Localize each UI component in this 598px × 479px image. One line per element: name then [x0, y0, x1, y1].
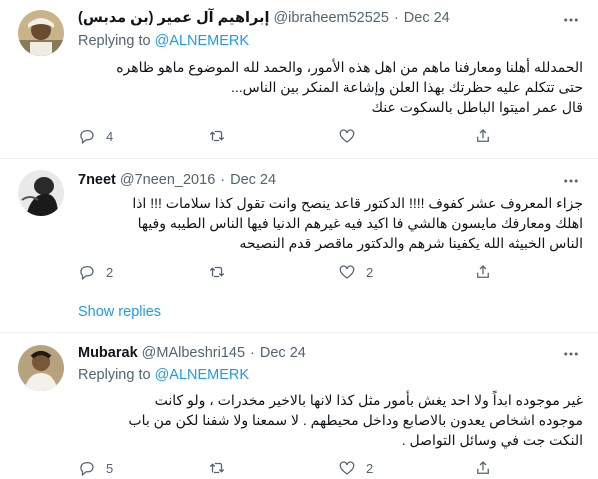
tweet-text-line: النكت جت في وسائل التواصل .: [401, 432, 583, 448]
display-name[interactable]: إبراهيم آل عمير (بن مدبس): [78, 8, 269, 28]
user-handle[interactable]: @ibraheem52525: [273, 8, 389, 28]
avatar[interactable]: [18, 345, 64, 391]
more-icon[interactable]: [560, 344, 582, 364]
display-name[interactable]: Mubarak: [78, 343, 138, 363]
share-button[interactable]: [474, 458, 492, 478]
tweet-text-line: الحمدلله أهلنا ومعارفنا ماهم من اهل هذه …: [116, 59, 583, 75]
reply-icon: [80, 130, 94, 145]
tweet-text-line: جزاء المعروف عشر كفوف !!!! الدكتور قاعد …: [132, 195, 583, 211]
replying-to-label: Replying to: [78, 367, 151, 383]
retweet-icon: [209, 462, 225, 474]
display-name[interactable]: 7neet: [78, 170, 116, 190]
replying-to: Replying to @ALNEMERK: [78, 31, 249, 51]
heart-icon: [339, 265, 355, 279]
reply-icon: [80, 266, 94, 281]
tweet-text-line: اهلك ومعارفك مايسون هالشي فا اكيد فيه غي…: [137, 215, 583, 231]
heart-icon: [339, 461, 355, 475]
replying-to-handle[interactable]: @ALNEMERK: [155, 33, 250, 49]
retweet-button[interactable]: [208, 458, 236, 478]
more-icon[interactable]: [560, 171, 582, 191]
share-icon: [477, 265, 489, 278]
more-icon[interactable]: [560, 10, 582, 30]
retweet-button[interactable]: [208, 262, 236, 282]
reply-button[interactable]: 4: [78, 126, 113, 146]
like-button[interactable]: [338, 126, 366, 146]
share-icon: [477, 129, 489, 142]
reply-button[interactable]: 5: [78, 458, 113, 478]
tweet-1[interactable]: إبراهيم آل عمير (بن مدبس) @ibraheem52525…: [0, 0, 598, 150]
retweet-button[interactable]: [208, 126, 236, 146]
separator-dot: ·: [220, 172, 226, 188]
reply-count: 2: [106, 264, 114, 280]
tweet-text-line: غير موجوده ابداً ولا احد يغش بأمور مثل ك…: [154, 392, 583, 408]
tweet-header: إبراهيم آل عمير (بن مدبس) @ibraheem52525…: [78, 8, 450, 28]
tweet-actions: 2 2: [78, 262, 583, 282]
separator-dot: ·: [393, 10, 399, 26]
tweet-text-line: قال عمر اميتوا الباطل بالسكوت عنك: [371, 99, 583, 115]
reply-button[interactable]: 2: [78, 262, 113, 282]
tweet-actions: 4: [78, 126, 583, 146]
share-icon: [477, 461, 489, 474]
show-replies-link[interactable]: Show replies: [78, 302, 161, 322]
replying-to-label: Replying to: [78, 33, 151, 49]
tweet-text-line: حتى تتكلم عليه حظرتك بهذا العلن وإشاعة ا…: [230, 79, 583, 95]
tweet-date[interactable]: Dec 24: [260, 343, 306, 363]
like-button[interactable]: 2: [338, 458, 373, 478]
tweet-text-line: موجوده اشخاص يعدون بالاصابع وداخل محيطهم…: [128, 412, 583, 428]
reply-count: 4: [106, 128, 114, 144]
avatar[interactable]: [18, 10, 64, 56]
reply-icon: [80, 462, 94, 477]
tweet-date[interactable]: Dec 24: [404, 8, 450, 28]
tweet-date[interactable]: Dec 24: [230, 170, 276, 190]
tweet-header: 7neet @7neen_2016 · Dec 24: [78, 170, 276, 190]
like-button[interactable]: 2: [338, 262, 373, 282]
reply-count: 5: [106, 460, 114, 476]
tweet-2[interactable]: 7neet @7neen_2016 · Dec 24 جزاء المعروف …: [0, 159, 598, 331]
share-button[interactable]: [474, 126, 492, 146]
tweet-text: جزاء المعروف عشر كفوف !!!! الدكتور قاعد …: [78, 193, 583, 253]
share-button[interactable]: [474, 262, 492, 282]
replying-to-handle[interactable]: @ALNEMERK: [155, 367, 250, 383]
separator-dot: ·: [250, 345, 255, 361]
tweet-text-line: الناس الخبيثه الله يكفينا شرهم والدكتور …: [239, 235, 583, 251]
replying-to: Replying to @ALNEMERK: [78, 365, 249, 385]
tweet-actions: 5 2: [78, 458, 583, 478]
like-count: 2: [366, 460, 374, 476]
avatar[interactable]: [18, 170, 64, 216]
tweet-text: غير موجوده ابداً ولا احد يغش بأمور مثل ك…: [78, 390, 583, 450]
tweet-3[interactable]: Mubarak @MAlbeshri145 · Dec 24 Replying …: [0, 333, 598, 479]
retweet-icon: [209, 130, 225, 142]
like-count: 2: [366, 264, 374, 280]
tweet-text: الحمدلله أهلنا ومعارفنا ماهم من اهل هذه …: [78, 57, 583, 117]
user-handle[interactable]: @MAlbeshri145: [142, 343, 245, 363]
tweet-header: Mubarak @MAlbeshri145 · Dec 24: [78, 343, 306, 363]
heart-icon: [339, 129, 355, 143]
retweet-icon: [209, 266, 225, 278]
user-handle[interactable]: @7neen_2016: [120, 170, 215, 190]
